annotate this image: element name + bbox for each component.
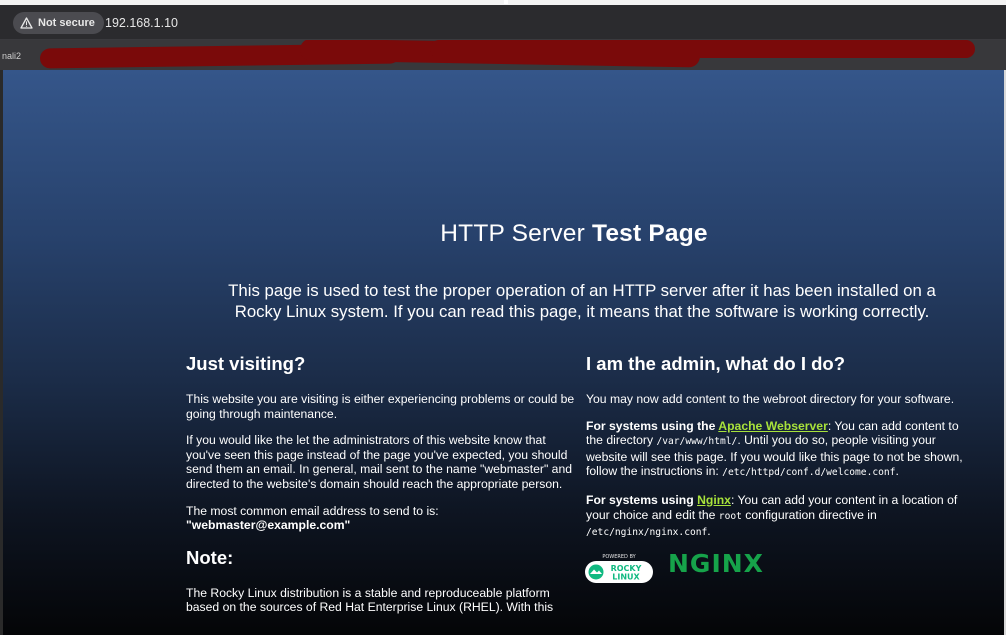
visitor-paragraph-3: The most common email address to send to…	[186, 504, 576, 533]
nginx-root-directive: root	[718, 510, 742, 522]
apache-conf-path: /etc/httpd/conf.d/welcome.conf	[722, 467, 896, 479]
nginx-link[interactable]: Nginx	[697, 493, 731, 507]
warning-icon	[20, 17, 33, 29]
visitor-paragraph-1: This website you are visiting is either …	[186, 392, 575, 421]
apache-path: /var/www/html/	[656, 436, 738, 448]
nginx-text-2: configuration directive in	[741, 507, 877, 522]
note-paragraph: The Rocky Linux distribution is a stable…	[186, 585, 554, 615]
window-top-marker	[504, 0, 508, 4]
rocky-name-line-2: LINUX	[612, 572, 640, 581]
intro-text: This page is used to test the proper ope…	[228, 281, 936, 321]
nginx-logo[interactable]: NGINX	[668, 551, 764, 575]
bookmark-item[interactable]: nali2	[2, 51, 21, 61]
title-regular: HTTP Server	[440, 220, 592, 247]
admin-column: I am the admin, what do I do? You may no…	[584, 353, 978, 587]
admin-paragraph-1: You may now add content to the webroot d…	[586, 392, 955, 406]
site-security-button[interactable]: Not secure	[13, 12, 104, 34]
rocky-linux-logo[interactable]: POWERED BY ROCKY LINUX	[584, 553, 654, 585]
note-heading: Note:	[186, 546, 234, 568]
nginx-end: .	[707, 524, 711, 539]
title-bold: Test Page	[591, 220, 708, 247]
nginx-lead: For systems using	[586, 492, 698, 507]
webmaster-email: "webmaster@example.com"	[186, 518, 351, 533]
apache-paragraph: For systems using the Apache Webserver: …	[586, 419, 978, 481]
admin-heading: I am the admin, what do I do?	[586, 353, 846, 374]
rocky-powered-label: POWERED BY	[602, 554, 636, 560]
logo-row: POWERED BY ROCKY LINUX NGINX	[584, 551, 978, 587]
address-bar[interactable]: Not secure 192.168.1.10	[0, 5, 1006, 40]
nginx-conf-path: /etc/nginx/nginx.conf	[586, 527, 708, 539]
url-text[interactable]: 192.168.1.10	[105, 16, 178, 30]
apache-end: .	[895, 464, 899, 479]
visitor-column: Just visiting? This website you are visi…	[186, 353, 576, 627]
page-title: HTTP Server Test Page	[3, 220, 1004, 248]
apache-lead: For systems using the	[586, 418, 719, 433]
bookmarks-bar: nali2	[0, 40, 1006, 70]
visitor-heading: Just visiting?	[186, 353, 306, 374]
apache-webserver-link[interactable]: Apache Webserver	[718, 419, 828, 433]
email-intro: The most common email address to send to…	[186, 503, 439, 518]
security-label: Not secure	[38, 17, 95, 29]
redaction-mark	[430, 40, 975, 58]
visitor-paragraph-2: If you would like the let the administra…	[186, 433, 572, 491]
nginx-paragraph: For systems using Nginx: You can add you…	[586, 493, 978, 541]
web-page: HTTP Server Test Page This page is used …	[3, 70, 1004, 635]
